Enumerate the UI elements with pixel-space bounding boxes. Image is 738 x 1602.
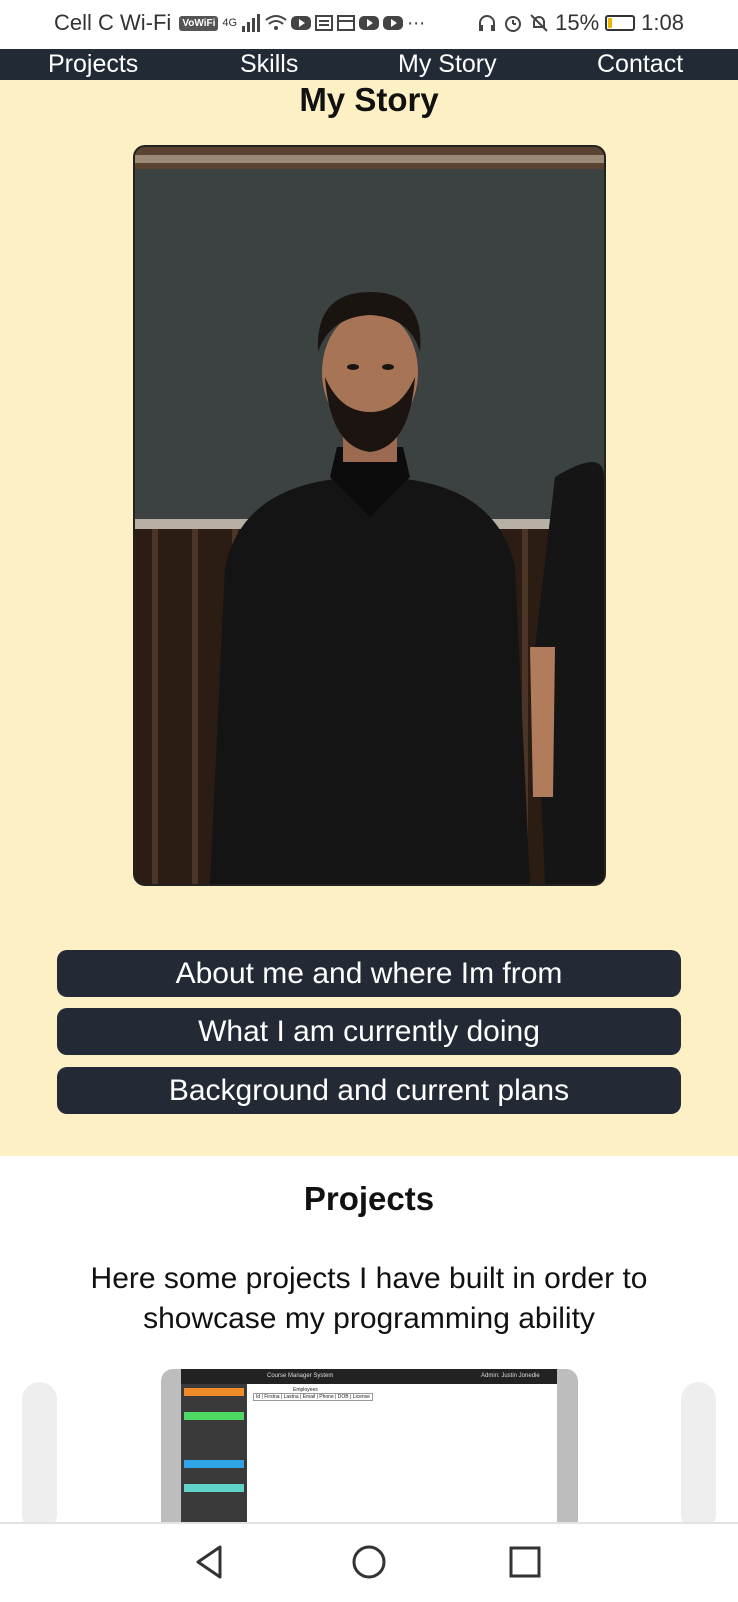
status-left: Cell C Wi-Fi VoWiFi 4G ⋯ — [54, 10, 425, 36]
status-right: 15% 1:08 — [477, 10, 684, 36]
wifi-icon — [265, 15, 287, 30]
preview-menu-item — [184, 1412, 244, 1420]
recents-icon[interactable] — [505, 1542, 545, 1582]
projects-description: Here some projects I have built in order… — [90, 1262, 648, 1335]
system-navigation-bar — [0, 1522, 738, 1602]
back-icon[interactable] — [190, 1542, 230, 1582]
preview-menu-item — [184, 1472, 244, 1480]
preview-menu-item — [184, 1484, 244, 1492]
alarm-icon — [505, 16, 522, 32]
top-navbar: Projects Skills My Story Contact — [0, 49, 738, 80]
signal-icon — [242, 14, 261, 32]
youtube-icon-2 — [359, 16, 380, 30]
status-bar: Cell C Wi-Fi VoWiFi 4G ⋯ 15% 1:08 — [0, 0, 738, 49]
preview-app-title: Course Manager System — [267, 1373, 334, 1379]
news-icon — [315, 15, 334, 31]
battery-icon — [605, 15, 636, 31]
carousel-prev-button[interactable] — [22, 1382, 57, 1532]
youtube-icon-3 — [383, 16, 404, 30]
nav-link-projects[interactable]: Projects — [48, 49, 138, 80]
about-me-button[interactable]: About me and where Im from — [57, 950, 681, 997]
headphones-icon — [479, 15, 496, 31]
profile-photo — [133, 145, 606, 886]
calendar-icon — [337, 15, 356, 31]
bell-off-icon — [530, 14, 548, 32]
nav-link-my-story[interactable]: My Story — [398, 49, 497, 80]
more-notifications-icon: ⋯ — [407, 12, 426, 33]
battery-percent: 15% — [555, 10, 600, 35]
background-plans-button[interactable]: Background and current plans — [57, 1067, 681, 1114]
preview-menu-item — [184, 1448, 244, 1456]
network-type: 4G — [222, 17, 238, 29]
youtube-icon — [291, 16, 312, 30]
nav-link-skills[interactable]: Skills — [240, 49, 298, 80]
clock: 1:08 — [641, 10, 684, 35]
preview-menu-item — [184, 1400, 244, 1408]
project-preview-screen: Course Manager System Admin: Justin Jone… — [181, 1369, 557, 1529]
preview-menu-item — [184, 1436, 244, 1444]
story-section: My Story About me and where Im from What… — [0, 80, 738, 1156]
project-preview-card[interactable]: Course Manager System Admin: Justin Jone… — [161, 1369, 578, 1529]
preview-main: Employees Id | Firstna | Lastna | Email … — [253, 1387, 373, 1401]
preview-topbar: Course Manager System Admin: Justin Jone… — [181, 1369, 557, 1384]
nav-link-contact[interactable]: Contact — [597, 49, 683, 80]
vowifi-badge: VoWiFi — [179, 15, 219, 31]
story-title: My Story — [299, 81, 439, 118]
projects-title: Projects — [303, 1180, 435, 1217]
preview-menu-item — [184, 1460, 244, 1468]
home-icon[interactable] — [349, 1542, 389, 1582]
carousel-next-button[interactable] — [681, 1382, 716, 1532]
preview-table-header: Id | Firstna | Lastna | Email | Phone | … — [253, 1393, 373, 1401]
carrier-label: Cell C Wi-Fi — [54, 10, 172, 35]
preview-menu-item — [184, 1424, 244, 1432]
preview-menu-item — [184, 1388, 244, 1396]
preview-sidebar — [181, 1384, 247, 1529]
current-activity-button[interactable]: What I am currently doing — [57, 1008, 681, 1055]
profile-photo-illustration — [135, 147, 604, 884]
preview-admin-label: Admin: Justin Jonedie — [481, 1373, 540, 1379]
preview-menu-item — [184, 1496, 244, 1504]
